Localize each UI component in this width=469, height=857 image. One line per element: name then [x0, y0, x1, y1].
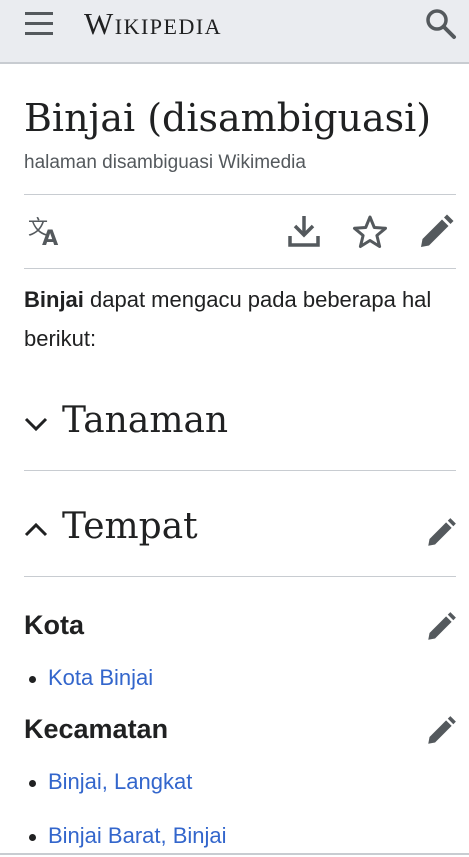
- wikipedia-logo[interactable]: Wikipedia: [84, 6, 222, 42]
- list-bullet: [29, 834, 36, 841]
- section-heading-tempat[interactable]: Tempat: [24, 502, 456, 562]
- list-bullet: [29, 676, 36, 683]
- top-header: Wikipedia: [0, 0, 469, 64]
- page-title: Binjai (disambiguasi): [24, 96, 432, 140]
- link-binjai-barat[interactable]: Binjai Barat, Binjai: [48, 823, 227, 849]
- edit-section-tempat-icon[interactable]: [424, 516, 458, 550]
- chevron-up-icon: [24, 522, 48, 537]
- link-binjai-langkat[interactable]: Binjai, Langkat: [48, 769, 192, 795]
- page-subtitle: halaman disambiguasi Wikimedia: [24, 152, 306, 173]
- translate-icon: 文 A: [28, 215, 59, 250]
- edit-page-button[interactable]: [416, 212, 456, 252]
- divider-tempat: [24, 576, 456, 577]
- language-button[interactable]: 文 A: [26, 212, 66, 252]
- pencil-icon: [428, 716, 456, 744]
- search-icon[interactable]: [424, 7, 458, 41]
- intro-paragraph: Binjai dapat mengacu pada beberapa hal b…: [24, 280, 444, 358]
- section-heading-tanaman[interactable]: Tanaman: [24, 396, 456, 456]
- section-title: Tanaman: [62, 400, 229, 441]
- pencil-icon: [428, 518, 456, 546]
- pencil-icon: [428, 612, 456, 640]
- divider-actions: [24, 268, 456, 269]
- divider-top: [24, 194, 456, 195]
- intro-bold-term: Binjai: [24, 287, 84, 312]
- star-icon: [353, 215, 387, 248]
- watch-star-button[interactable]: [350, 212, 390, 252]
- list-bullet: [29, 780, 36, 787]
- chevron-down-icon: [24, 417, 48, 432]
- download-button[interactable]: [284, 212, 324, 252]
- edit-section-kecamatan-icon[interactable]: [424, 714, 458, 748]
- bottom-edge-divider: [0, 853, 469, 855]
- section-title: Tempat: [62, 506, 198, 547]
- edit-section-kota-icon[interactable]: [424, 610, 458, 644]
- download-icon: [288, 216, 320, 247]
- logo-text: Wikipedia: [84, 6, 223, 41]
- hamburger-menu-icon[interactable]: [24, 11, 54, 37]
- svg-text:A: A: [42, 226, 59, 250]
- intro-text: dapat mengacu pada beberapa hal berikut:: [24, 287, 432, 351]
- subsection-title-kota: Kota: [24, 610, 84, 640]
- subsection-title-kecamatan: Kecamatan: [24, 714, 169, 744]
- pencil-icon: [421, 214, 454, 247]
- link-kota-binjai[interactable]: Kota Binjai: [48, 665, 153, 691]
- divider-tanaman: [24, 470, 456, 471]
